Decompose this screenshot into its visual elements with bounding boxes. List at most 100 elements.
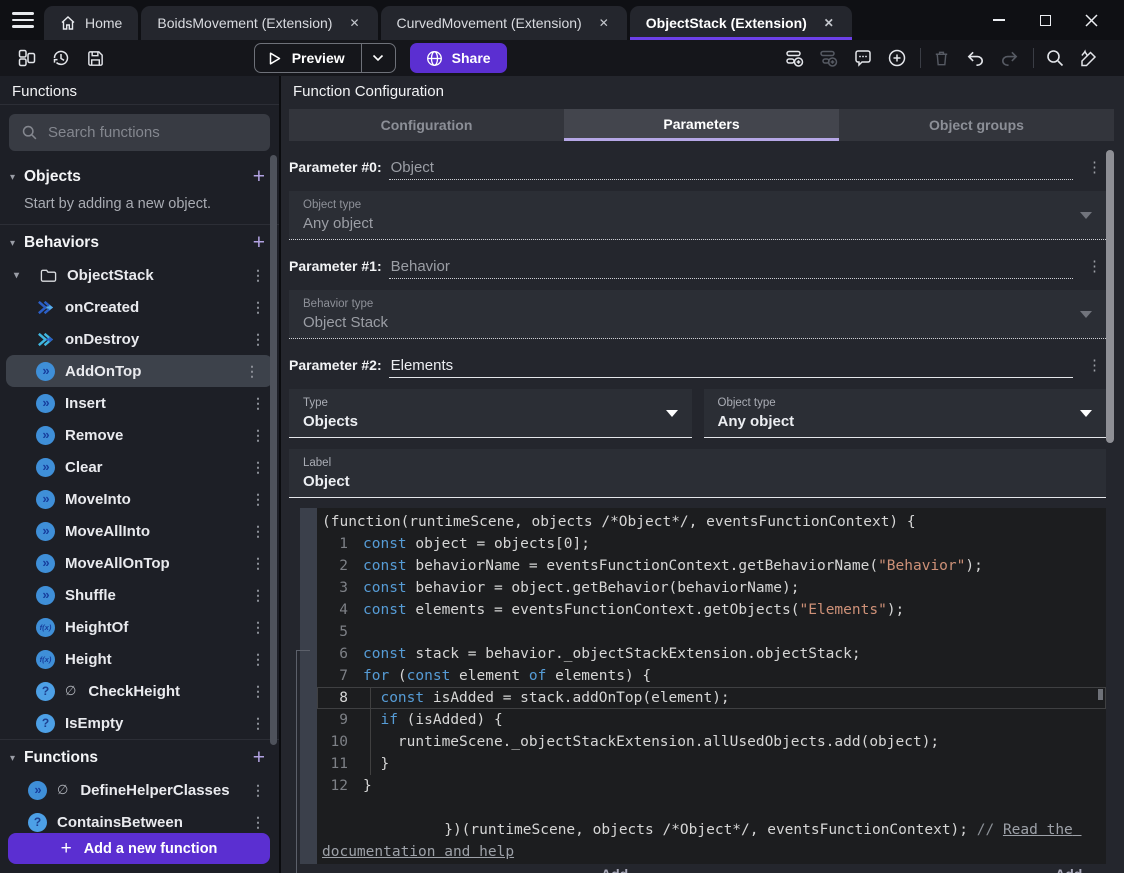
parameter-name-input[interactable]: [388, 357, 1073, 378]
kebab-menu-icon[interactable]: ⋮: [243, 267, 273, 284]
kebab-menu-icon[interactable]: ⋮: [243, 651, 273, 668]
sidebar-item-ondestroy[interactable]: onDestroy ⋮: [0, 323, 279, 355]
condition-gear-icon: ?: [28, 812, 47, 832]
kebab-menu-icon[interactable]: ⋮: [243, 427, 273, 444]
behaviors-section-header[interactable]: ▾ Behaviors +: [0, 224, 279, 259]
main-menu-button[interactable]: [0, 0, 44, 40]
line-number: 2: [339, 558, 348, 574]
panels-layout-icon[interactable]: [14, 45, 40, 71]
kebab-menu-icon[interactable]: ⋮: [243, 715, 273, 732]
sidebar-scrollbar[interactable]: [270, 155, 277, 745]
kebab-menu-icon[interactable]: ⋮: [243, 395, 273, 412]
close-icon[interactable]: ✕: [347, 14, 361, 32]
add-comment-icon[interactable]: [850, 45, 876, 71]
search-box[interactable]: [9, 114, 270, 151]
tab-object-groups[interactable]: Object groups: [839, 109, 1114, 141]
objects-section-header[interactable]: ▾ Objects +: [0, 159, 279, 193]
kebab-menu-icon[interactable]: ⋮: [243, 491, 273, 508]
functions-section-header[interactable]: ▾ Functions +: [0, 739, 279, 774]
code-line-2[interactable]: 2 const behaviorName = eventsFunctionCont…: [317, 555, 1106, 577]
parameter-name-input[interactable]: [388, 159, 1073, 180]
add-circle-icon[interactable]: [884, 45, 910, 71]
kebab-menu-icon[interactable]: ⋮: [1073, 356, 1106, 374]
parameter-2-type-select[interactable]: Type Objects: [289, 389, 692, 438]
action-gear-icon: »: [36, 489, 55, 509]
panel-scrollbar[interactable]: [1106, 150, 1114, 443]
parameter-0-object-type-select[interactable]: Object type Any object: [289, 191, 1106, 240]
sidebar-item-insert[interactable]: » Insert ⋮: [0, 387, 279, 419]
add-behavior-button[interactable]: +: [253, 232, 265, 253]
kebab-menu-icon[interactable]: ⋮: [243, 782, 273, 799]
close-button[interactable]: [1068, 0, 1114, 40]
sidebar-item-height[interactable]: f(x) Height ⋮: [0, 643, 279, 675]
parameter-1-row: Parameter #1: ⋮: [289, 257, 1106, 279]
code-line-10[interactable]: 10 runtimeScene._objectStackExtension.al…: [317, 731, 1106, 753]
close-icon[interactable]: ✕: [597, 14, 611, 32]
undo-icon[interactable]: [963, 45, 989, 71]
add-event-icon[interactable]: [782, 45, 808, 71]
add-new-function-button[interactable]: + Add a new function: [8, 833, 270, 864]
tab-objectstack[interactable]: ObjectStack (Extension) ✕: [629, 6, 852, 40]
code-line-7[interactable]: 7 for (const element of elements) {: [317, 665, 1106, 687]
edit-extension-icon[interactable]: [1076, 45, 1102, 71]
kebab-menu-icon[interactable]: ⋮: [243, 587, 273, 604]
sidebar-item-addontop[interactable]: » AddOnTop ⋮: [6, 355, 273, 387]
line-number: 3: [339, 580, 348, 596]
parameter-name-input[interactable]: [388, 258, 1073, 279]
add-function-plus-button[interactable]: +: [253, 747, 265, 768]
kebab-menu-icon[interactable]: ⋮: [243, 459, 273, 476]
code-line-11[interactable]: 11 }: [317, 753, 1106, 775]
history-icon[interactable]: [48, 45, 74, 71]
kebab-menu-icon[interactable]: ⋮: [243, 523, 273, 540]
search-icon[interactable]: [1042, 45, 1068, 71]
preview-options-button[interactable]: [360, 44, 395, 72]
code-line-4[interactable]: 4 const elements = eventsFunctionContext.…: [317, 599, 1106, 621]
behavior-folder-objectstack[interactable]: ▾ ObjectStack ⋮: [0, 259, 279, 291]
kebab-menu-icon[interactable]: ⋮: [1073, 158, 1106, 176]
parameter-2-object-type-select[interactable]: Object type Any object: [703, 389, 1106, 438]
minimize-button[interactable]: [976, 0, 1022, 40]
tab-parameters[interactable]: Parameters: [564, 109, 839, 141]
sidebar-item-heightof[interactable]: f(x) HeightOf ⋮: [0, 611, 279, 643]
kebab-menu-icon[interactable]: ⋮: [243, 619, 273, 636]
preview-button[interactable]: Preview: [253, 43, 396, 73]
code-line-1[interactable]: 1 const object = objects[0];: [317, 533, 1106, 555]
select-value: Object Stack: [303, 314, 389, 331]
sidebar-item-definehelperclasses[interactable]: » ∅ DefineHelperClasses ⋮: [0, 774, 279, 806]
kebab-menu-icon[interactable]: ⋮: [243, 814, 273, 831]
kebab-menu-icon[interactable]: ⋮: [243, 555, 273, 572]
code-line-8[interactable]: 8 const isAdded = stack.addOnTop(element…: [317, 687, 1106, 709]
sidebar-item-remove[interactable]: » Remove ⋮: [0, 419, 279, 451]
code-editor[interactable]: (function(runtimeScene, objects /*Object…: [317, 508, 1106, 864]
maximize-button[interactable]: [1022, 0, 1068, 40]
code-line-9[interactable]: 9 if (isAdded) {: [317, 709, 1106, 731]
tab-curvedmovement[interactable]: CurvedMovement (Extension) ✕: [380, 6, 627, 40]
parameter-1-behavior-type-select[interactable]: Behavior type Object Stack: [289, 290, 1106, 339]
code-line-5[interactable]: 5: [317, 621, 1106, 643]
close-icon[interactable]: ✕: [822, 14, 836, 32]
sidebar-item-moveallinto[interactable]: » MoveAllInto ⋮: [0, 515, 279, 547]
add-object-button[interactable]: +: [253, 166, 265, 187]
search-input[interactable]: [48, 124, 258, 141]
share-button[interactable]: Share: [409, 43, 507, 73]
sidebar-item-isempty[interactable]: ? IsEmpty ⋮: [0, 707, 279, 739]
kebab-menu-icon[interactable]: ⋮: [243, 299, 273, 316]
tab-home[interactable]: Home: [44, 6, 139, 40]
sidebar-item-moveallontop[interactable]: » MoveAllOnTop ⋮: [0, 547, 279, 579]
tab-boidsmovement[interactable]: BoidsMovement (Extension) ✕: [141, 6, 378, 40]
sidebar-item-checkheight[interactable]: ? ∅ CheckHeight ⋮: [0, 675, 279, 707]
code-line-6[interactable]: 6 const stack = behavior._objectStackExte…: [317, 643, 1106, 665]
sidebar-item-clear[interactable]: » Clear ⋮: [0, 451, 279, 483]
save-icon[interactable]: [82, 45, 108, 71]
parameter-2-label-field[interactable]: Label Object: [289, 449, 1106, 498]
kebab-menu-icon[interactable]: ⋮: [1073, 257, 1106, 275]
sidebar-item-shuffle[interactable]: » Shuffle ⋮: [0, 579, 279, 611]
sidebar-item-moveinto[interactable]: » MoveInto ⋮: [0, 483, 279, 515]
code-line-12[interactable]: 12}: [317, 775, 1106, 797]
tab-configuration[interactable]: Configuration: [289, 109, 564, 141]
kebab-menu-icon[interactable]: ⋮: [243, 331, 273, 348]
code-line-3[interactable]: 3 const behavior = object.getBehavior(beh…: [317, 577, 1106, 599]
kebab-menu-icon[interactable]: ⋮: [237, 363, 267, 380]
sidebar-item-oncreated[interactable]: onCreated ⋮: [0, 291, 279, 323]
kebab-menu-icon[interactable]: ⋮: [243, 683, 273, 700]
